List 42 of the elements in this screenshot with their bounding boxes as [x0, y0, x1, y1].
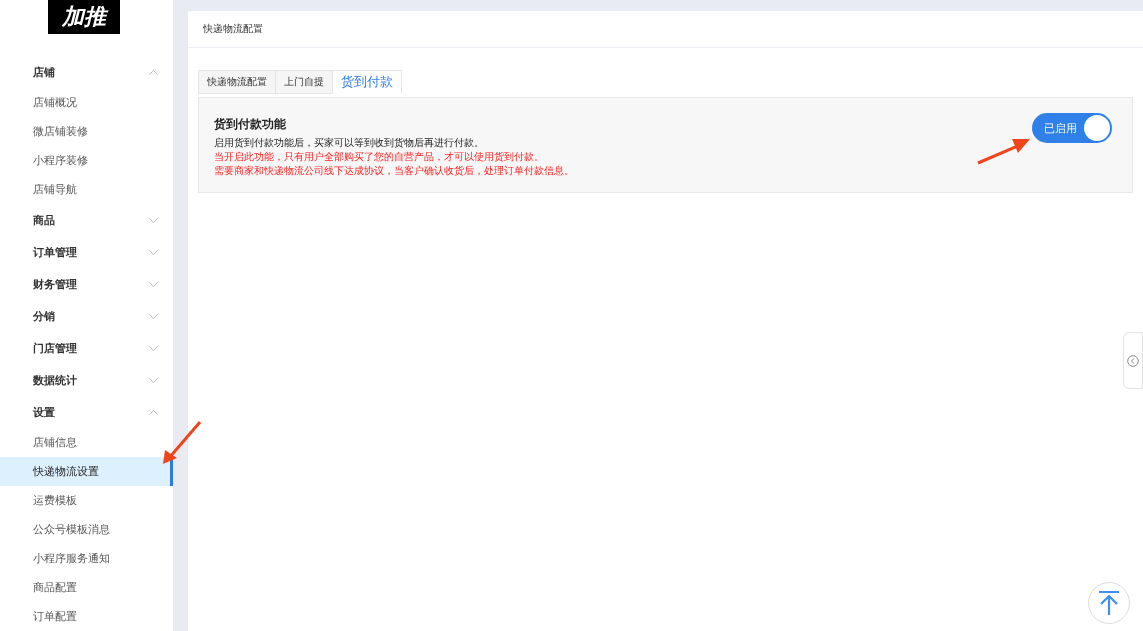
chevron-up-icon	[149, 69, 158, 75]
sidebar-item[interactable]: 商品配置	[0, 573, 173, 602]
tab[interactable]: 上门自提	[275, 70, 333, 94]
sidebar-group[interactable]: 店铺	[0, 56, 173, 88]
sidebar-group[interactable]: 商品	[0, 204, 173, 236]
page-title: 快递物流配置	[203, 22, 263, 36]
chevron-down-icon	[149, 345, 158, 351]
sidebar-group[interactable]: 门店管理	[0, 332, 173, 364]
chevron-down-icon	[149, 313, 158, 319]
sidebar-item[interactable]: 店铺导航	[0, 175, 173, 204]
sidebar-item[interactable]: 快递物流设置	[0, 457, 173, 486]
sidebar-group[interactable]: 数据统计	[0, 364, 173, 396]
sidebar-item[interactable]: 店铺概况	[0, 88, 173, 117]
sidebar-group[interactable]: 设置	[0, 396, 173, 428]
chevron-up-icon	[149, 409, 158, 415]
chevron-left-icon	[1127, 354, 1139, 367]
tab[interactable]: 快递物流配置	[198, 70, 276, 94]
tab[interactable]: 货到付款	[332, 70, 402, 94]
chevron-down-icon	[149, 281, 158, 287]
arrow-annotation	[161, 420, 203, 466]
chevron-down-icon	[149, 249, 158, 255]
sidebar-item[interactable]: 公众号模板消息	[0, 515, 173, 544]
sidebar-item[interactable]: 运费模板	[0, 486, 173, 515]
chevron-down-icon	[149, 377, 158, 383]
arrow-annotation	[976, 137, 1032, 165]
sidebar-item[interactable]: 订单配置	[0, 602, 173, 631]
sidebar-item[interactable]: 小程序装修	[0, 146, 173, 175]
sidebar-group[interactable]: 财务管理	[0, 268, 173, 300]
side-panel-handle[interactable]	[1123, 332, 1143, 389]
toggle-switch[interactable]: 已启用	[1032, 113, 1112, 143]
feature-title: 货到付款功能	[214, 116, 287, 133]
chevron-down-icon	[149, 217, 158, 223]
feature-description: 当开启此功能，只有用户全部购买了您的自营产品，才可以使用货到付款。	[214, 150, 545, 164]
sidebar-item[interactable]: 微店铺装修	[0, 117, 173, 146]
sidebar-item[interactable]: 小程序服务通知	[0, 544, 173, 573]
arrow-up-icon	[1097, 590, 1121, 616]
logo: 加推	[48, 0, 120, 34]
feature-description: 需要商家和快递物流公司线下达成协议，当客户确认收货后，处理订单付款信息。	[214, 164, 574, 178]
sidebar-group[interactable]: 订单管理	[0, 236, 173, 268]
feature-description: 启用货到付款功能后，买家可以等到收到货物后再进行付款。	[214, 136, 485, 150]
sidebar-group[interactable]: 分销	[0, 300, 173, 332]
sidebar-item[interactable]: 店铺信息	[0, 428, 173, 457]
